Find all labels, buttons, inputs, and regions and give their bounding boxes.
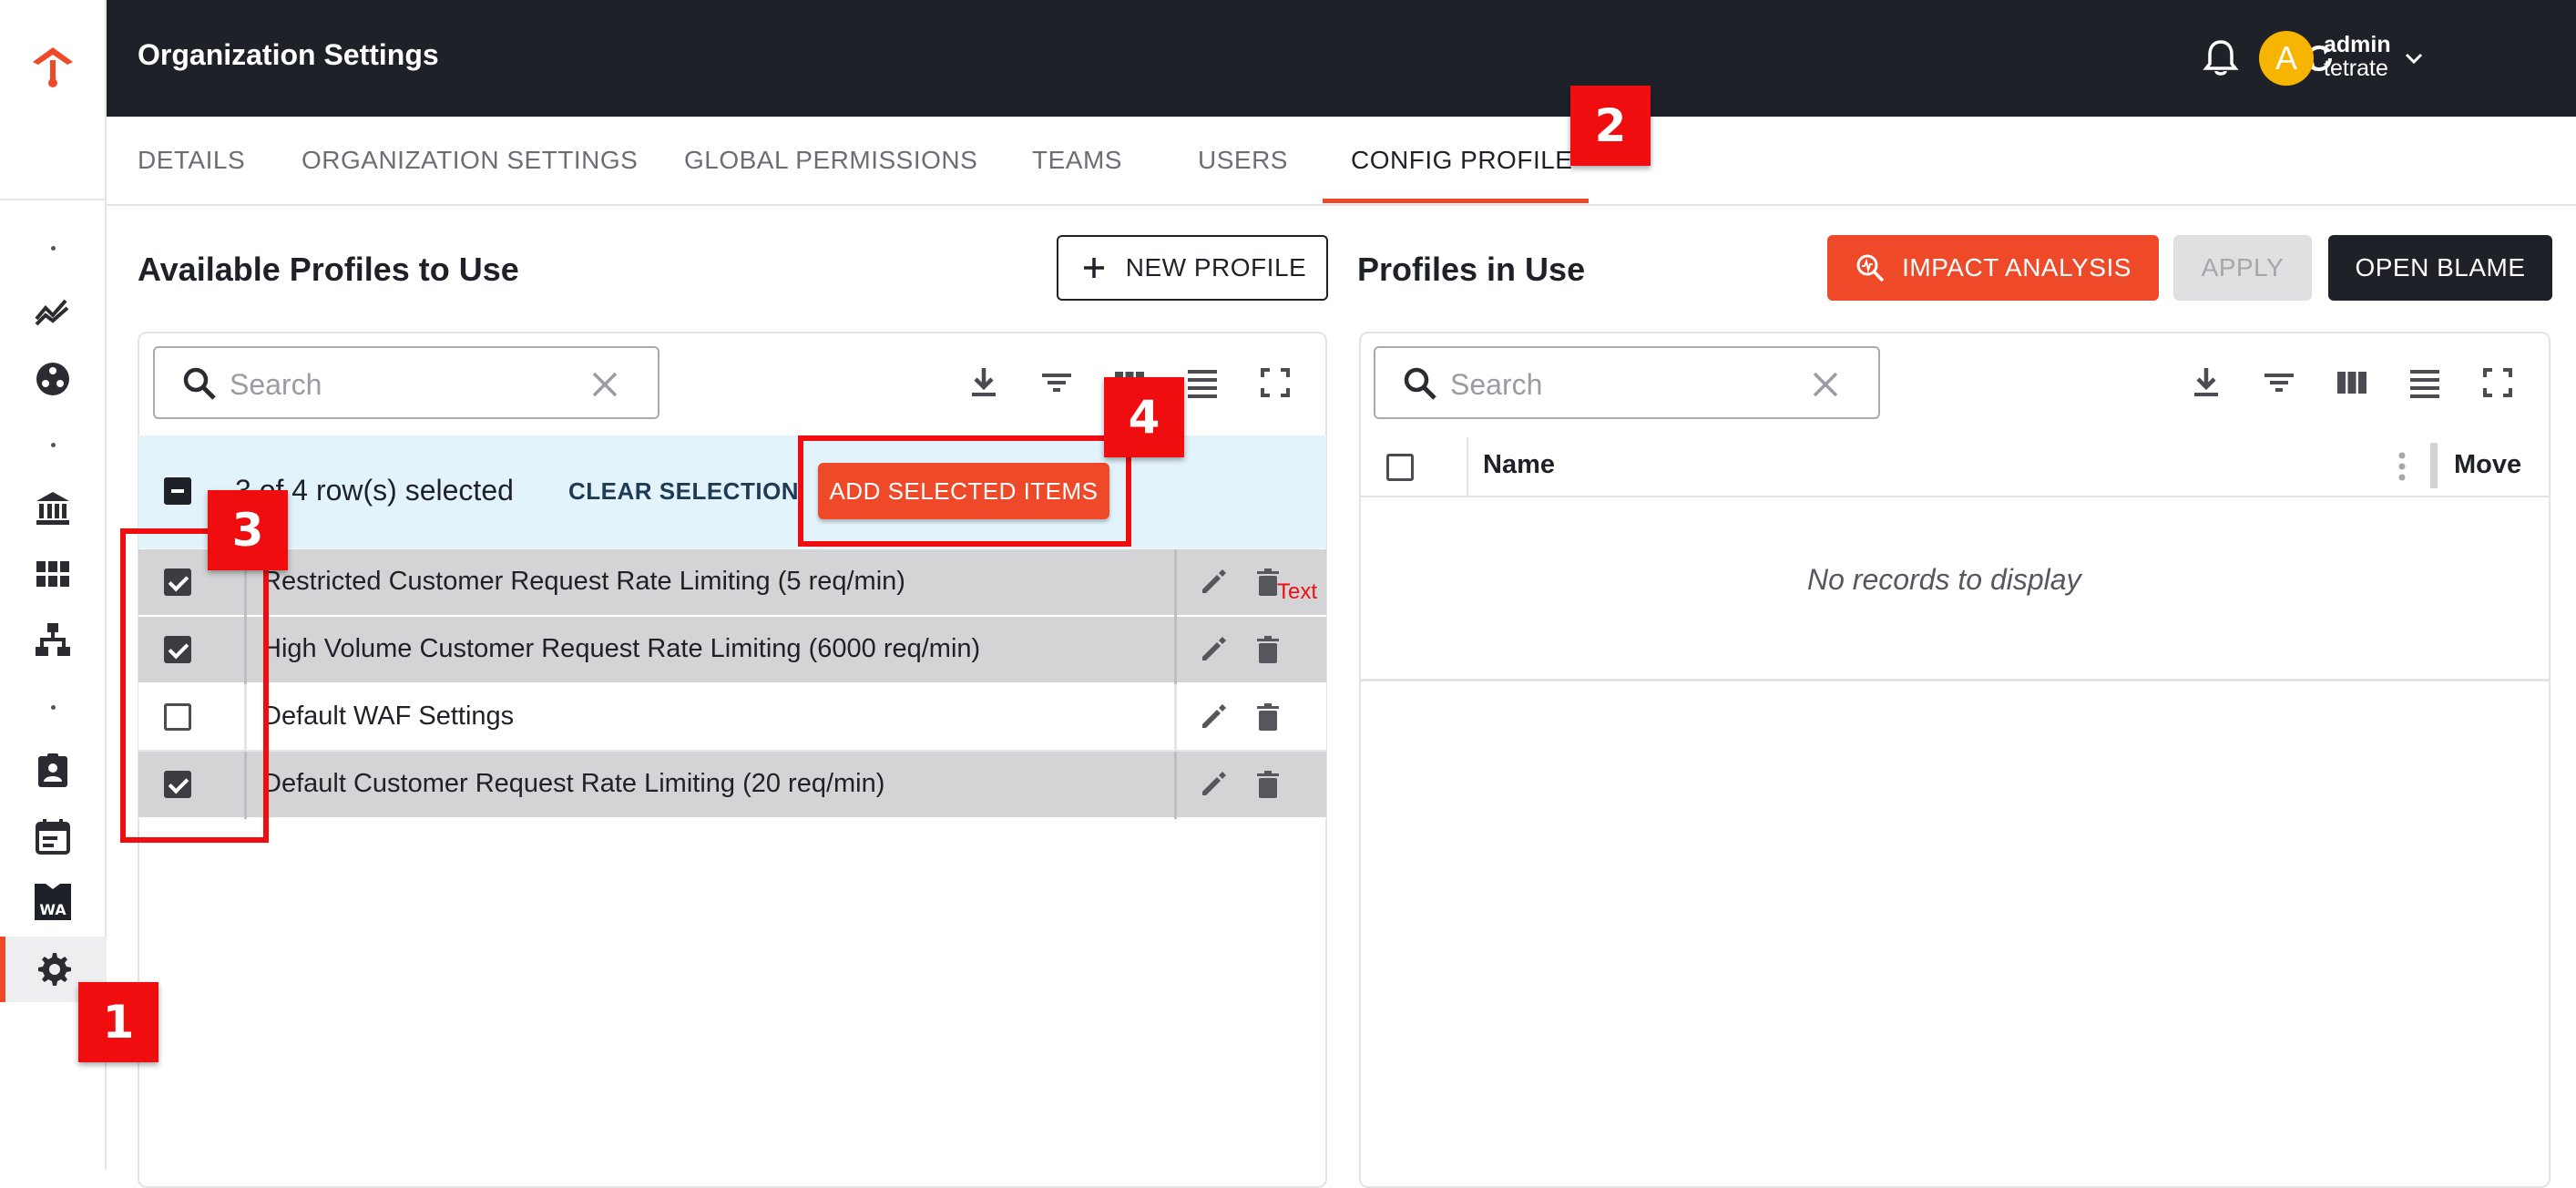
tab-users[interactable]: USERS: [1198, 146, 1288, 175]
user-org[interactable]: tetrate: [2324, 56, 2388, 80]
row-label: Default WAF Settings: [262, 702, 515, 731]
edit-icon[interactable]: [1197, 768, 1230, 801]
download-icon[interactable]: [964, 363, 1004, 403]
rail-dot: [51, 705, 56, 710]
column-resize-handle[interactable]: [2430, 443, 2438, 488]
trash-icon[interactable]: [1252, 701, 1284, 733]
clear-selection-button[interactable]: CLEAR SELECTION: [568, 477, 799, 506]
new-profile-button[interactable]: NEW PROFILE: [1057, 235, 1328, 301]
trash-icon[interactable]: [1252, 768, 1284, 801]
column-menu-icon[interactable]: [2397, 448, 2407, 485]
select-all-checkbox[interactable]: [164, 477, 191, 505]
rail-active-indicator: [0, 937, 5, 1002]
tab-organization-settings[interactable]: ORGANIZATION SETTINGS: [302, 146, 638, 175]
annotation-note: Text: [1277, 579, 1318, 604]
annotation-box-3: [120, 528, 269, 843]
bank-icon[interactable]: [33, 488, 73, 528]
tab-bar: DETAILS ORGANIZATION SETTINGS GLOBAL PER…: [107, 117, 2576, 206]
avatar[interactable]: A: [2259, 31, 2314, 86]
close-icon[interactable]: [1807, 366, 1844, 403]
download-icon[interactable]: [2186, 363, 2226, 403]
annotation-box-4: [798, 435, 1131, 547]
search-placeholder: Search: [1450, 368, 1543, 401]
fullscreen-icon[interactable]: [1255, 363, 1295, 403]
available-profiles-title: Available Profiles to Use: [138, 251, 519, 288]
density-icon[interactable]: [2405, 363, 2445, 403]
profiles-in-use-title: Profiles in Use: [1357, 251, 1586, 288]
waf-icon[interactable]: WA: [33, 882, 73, 922]
search-placeholder: Search: [230, 368, 322, 401]
hierarchy-icon[interactable]: [33, 620, 73, 660]
svg-text:WA: WA: [39, 901, 66, 918]
row-label: Default Customer Request Rate Limiting (…: [262, 769, 885, 798]
tab-details[interactable]: DETAILS: [138, 146, 245, 175]
filter-icon[interactable]: [1037, 363, 1077, 403]
chevron-down-icon[interactable]: [2403, 47, 2425, 69]
services-icon[interactable]: [33, 359, 73, 399]
fullscreen-icon[interactable]: [2478, 363, 2518, 403]
annotation-badge-3: 3: [208, 490, 288, 570]
gear-icon[interactable]: [33, 949, 73, 989]
tab-global-permissions[interactable]: GLOBAL PERMISSIONS: [684, 146, 977, 175]
trash-icon[interactable]: [1252, 633, 1284, 666]
impact-analysis-button[interactable]: IMPACT ANALYSIS: [1827, 235, 2159, 301]
edit-icon[interactable]: [1197, 633, 1230, 666]
edit-icon[interactable]: [1197, 566, 1230, 599]
impact-analysis-label: IMPACT ANALYSIS: [1902, 253, 2131, 282]
bell-icon[interactable]: [2197, 35, 2244, 82]
density-icon[interactable]: [1182, 363, 1222, 403]
search-icon: [1404, 367, 1436, 400]
calendar-icon[interactable]: [33, 816, 73, 856]
user-name[interactable]: admin: [2324, 33, 2391, 56]
open-blame-button[interactable]: OPEN BLAME: [2328, 235, 2552, 301]
apply-button[interactable]: APPLY: [2173, 235, 2312, 301]
page-title: Organization Settings: [138, 38, 439, 71]
right-search-input[interactable]: Search: [1374, 346, 1880, 419]
column-header-name[interactable]: Name: [1483, 450, 1555, 480]
rail-divider: [0, 199, 107, 200]
close-icon[interactable]: [587, 366, 623, 403]
row-label: High Volume Customer Request Rate Limiti…: [262, 634, 981, 663]
rail-dot: [51, 246, 56, 251]
annotation-badge-2: 2: [1570, 86, 1651, 166]
active-tab-indicator: [1323, 199, 1589, 203]
annotation-badge-1: 1: [78, 982, 158, 1062]
row-label: Restricted Customer Request Rate Limitin…: [262, 567, 905, 596]
tetrate-logo-icon[interactable]: [27, 40, 78, 91]
empty-state-text: No records to display: [1807, 563, 2081, 596]
new-profile-label: NEW PROFILE: [1125, 253, 1307, 282]
tab-teams[interactable]: TEAMS: [1032, 146, 1122, 175]
tab-config-profile[interactable]: CONFIG PROFILE: [1351, 146, 1572, 175]
left-search-input[interactable]: Search: [153, 346, 659, 419]
columns-icon[interactable]: [2332, 363, 2372, 403]
analysis-icon: [1856, 254, 1885, 282]
search-icon: [183, 367, 216, 400]
rail-dot: [51, 443, 56, 447]
column-header-move[interactable]: Move: [2454, 450, 2521, 480]
annotation-badge-4: 4: [1104, 377, 1184, 457]
column-divider: [1467, 437, 1468, 496]
edit-icon[interactable]: [1197, 701, 1230, 733]
grid-icon[interactable]: [33, 554, 73, 594]
metrics-icon[interactable]: [33, 292, 73, 332]
right-select-all-checkbox[interactable]: [1386, 454, 1414, 481]
filter-icon[interactable]: [2259, 363, 2299, 403]
plus-icon: [1083, 258, 1104, 278]
badge-icon[interactable]: [33, 751, 73, 791]
